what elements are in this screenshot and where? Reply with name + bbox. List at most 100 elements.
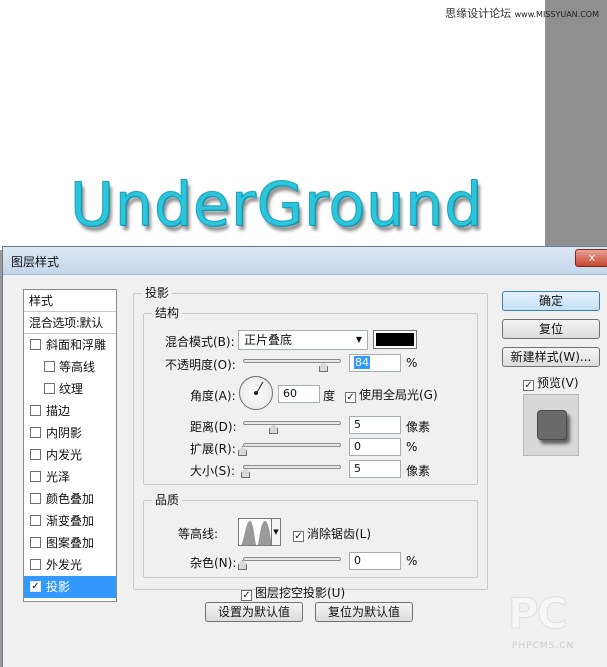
spread-input[interactable]: 0 — [349, 438, 401, 456]
watermark-site: 思缘设计论坛 — [445, 7, 512, 20]
document-canvas[interactable]: UnderGround — [0, 0, 545, 250]
global-light-checkbox[interactable]: 使用全局光(G) — [345, 386, 438, 403]
watermark-top: 思缘设计论坛 www.MISSYUAN.COM — [445, 5, 599, 21]
ok-button[interactable]: 确定 — [502, 291, 600, 311]
style-item[interactable]: 等高线 — [24, 356, 116, 378]
drop-shadow-title: 投影 — [142, 286, 173, 300]
canvas-text-layer: UnderGround — [69, 170, 484, 241]
preview-check-icon — [523, 380, 534, 391]
watermark-bottom: PC PHPCMS.CN — [502, 585, 598, 663]
style-item[interactable]: 颜色叠加 — [24, 488, 116, 510]
contour-label: 等高线: — [178, 527, 219, 541]
preview-checkbox[interactable]: 预览(V) — [523, 374, 579, 391]
opacity-unit: % — [406, 356, 418, 370]
contour-curve-icon — [239, 519, 271, 545]
style-item-checkbox[interactable] — [30, 427, 41, 438]
document-canvas-area: UnderGround 思缘设计论坛 www.MISSYUAN.COM — [0, 0, 607, 250]
style-item[interactable]: 图案叠加 — [24, 532, 116, 554]
make-default-button[interactable]: 设置为默认值 — [205, 602, 303, 622]
style-item-label: 等高线 — [59, 360, 96, 374]
style-item[interactable]: 渐变叠加 — [24, 510, 116, 532]
contour-dropdown[interactable]: ▼ — [271, 518, 281, 546]
reset-button[interactable]: 复位 — [502, 319, 600, 339]
style-item-label: 图案叠加 — [46, 536, 95, 550]
contour-picker[interactable] — [238, 518, 272, 546]
blend-mode-label: 混合模式(B): — [165, 335, 235, 349]
anti-alias-checkbox[interactable]: 消除锯齿(L) — [293, 525, 371, 542]
noise-slider[interactable] — [243, 557, 341, 561]
style-item[interactable]: 纹理 — [24, 378, 116, 400]
global-light-check-icon — [345, 392, 356, 403]
style-item-checkbox[interactable] — [30, 515, 41, 526]
dialog-title: 图层样式 — [11, 255, 60, 269]
spread-slider[interactable] — [243, 443, 341, 447]
style-item[interactable]: 描边 — [24, 400, 116, 422]
dialog-titlebar[interactable]: 图层样式 x — [3, 247, 607, 275]
style-item[interactable]: 内发光 — [24, 444, 116, 466]
style-item-checkbox[interactable] — [30, 581, 41, 592]
noise-unit: % — [406, 554, 418, 568]
style-item-checkbox[interactable] — [30, 405, 41, 416]
blend-mode-value: 正片叠底 — [244, 333, 293, 347]
blend-mode-select[interactable]: 正片叠底 ▼ — [238, 330, 368, 350]
close-icon: x — [588, 251, 596, 264]
size-unit: 像素 — [406, 464, 431, 478]
noise-label: 杂色(N): — [190, 556, 237, 570]
anti-alias-check-icon — [293, 531, 304, 542]
chevron-down-icon: ▼ — [355, 335, 362, 344]
distance-input[interactable]: 5 — [349, 416, 401, 434]
style-item[interactable]: 光泽 — [24, 466, 116, 488]
layer-knockout-label: 图层挖空投影(U) — [255, 586, 346, 600]
global-light-label: 使用全局光(G) — [359, 388, 438, 402]
style-item-label: 纹理 — [59, 382, 84, 396]
angle-value: 60 — [283, 387, 297, 400]
style-item[interactable]: 内阴影 — [24, 422, 116, 444]
style-item-checkbox[interactable] — [30, 449, 41, 460]
structure-title: 结构 — [152, 306, 183, 320]
distance-label: 距离(D): — [190, 420, 237, 434]
spread-label: 扩展(R): — [190, 442, 236, 456]
style-item-label: 光泽 — [46, 470, 71, 484]
quality-title: 品质 — [152, 493, 183, 507]
watermark-bottom-url: PHPCMS.CN — [512, 641, 575, 651]
size-slider[interactable] — [243, 465, 341, 469]
style-item[interactable]: 斜面和浮雕 — [24, 334, 116, 356]
angle-input[interactable]: 60 — [278, 385, 320, 403]
opacity-label: 不透明度(O): — [165, 358, 236, 372]
blending-options-header[interactable]: 混合选项:默认 — [24, 312, 116, 334]
styles-header[interactable]: 样式 — [24, 290, 116, 312]
style-item-label: 描边 — [46, 404, 71, 418]
opacity-input[interactable]: 84 — [349, 354, 401, 372]
preview-label: 预览(V) — [537, 376, 579, 390]
shadow-color-swatch[interactable] — [373, 330, 417, 349]
size-input[interactable]: 5 — [349, 460, 401, 478]
layer-knockout-checkbox[interactable]: 图层挖空投影(U) — [241, 584, 345, 601]
reset-to-default-button[interactable]: 复位为默认值 — [315, 602, 413, 622]
distance-value: 5 — [354, 418, 361, 431]
anti-alias-label: 消除锯齿(L) — [307, 527, 372, 541]
distance-slider[interactable] — [243, 421, 341, 425]
style-item-checkbox[interactable] — [30, 537, 41, 548]
close-button[interactable]: x — [575, 249, 607, 267]
style-item-label: 内发光 — [46, 448, 83, 462]
style-item-checkbox[interactable] — [30, 339, 41, 350]
style-item[interactable]: 投影 — [24, 576, 116, 598]
pasteboard — [545, 0, 607, 250]
opacity-slider[interactable] — [243, 359, 341, 363]
angle-dial[interactable] — [239, 376, 273, 410]
style-item-checkbox[interactable] — [30, 559, 41, 570]
watermark-logo: PC — [508, 589, 569, 639]
style-item-label: 外发光 — [46, 558, 83, 572]
style-item-checkbox[interactable] — [30, 471, 41, 482]
style-items: 斜面和浮雕等高线纹理描边内阴影内发光光泽颜色叠加渐变叠加图案叠加外发光投影 — [24, 334, 116, 598]
style-item-label: 渐变叠加 — [46, 514, 95, 528]
new-style-button[interactable]: 新建样式(W)... — [502, 347, 600, 367]
angle-unit: 度 — [323, 389, 336, 403]
noise-input[interactable]: 0 — [349, 552, 401, 570]
style-item-checkbox[interactable] — [44, 361, 55, 372]
preview-swatch — [537, 410, 567, 440]
style-item[interactable]: 外发光 — [24, 554, 116, 576]
style-item-checkbox[interactable] — [30, 493, 41, 504]
noise-value: 0 — [354, 554, 361, 567]
style-item-checkbox[interactable] — [44, 383, 55, 394]
